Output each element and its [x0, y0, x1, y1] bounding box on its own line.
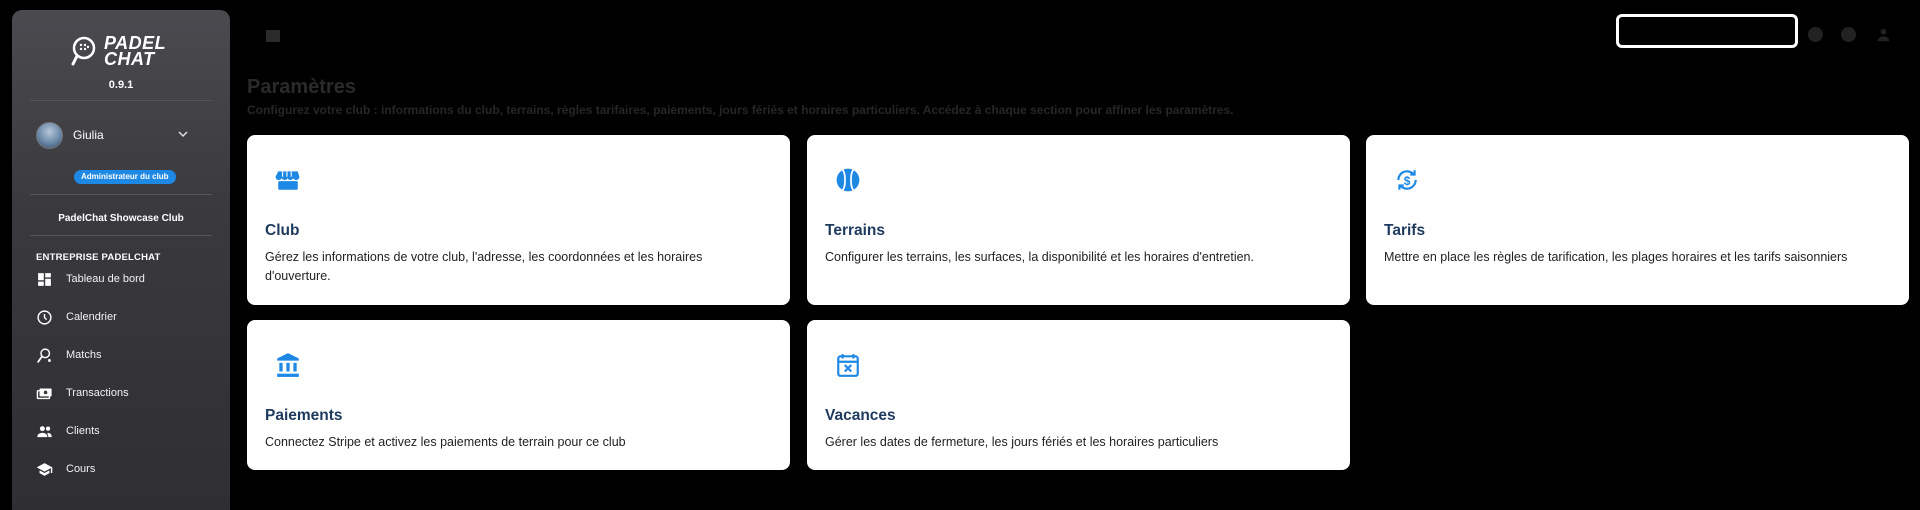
card-title: Vacances	[825, 407, 896, 424]
menu-toggle-icon[interactable]	[266, 30, 280, 42]
card-title: Paiements	[265, 407, 343, 424]
dashboard-icon	[38, 272, 51, 286]
settings-card-holidays[interactable]: Vacances Gérer les dates de fermeture, l…	[807, 320, 1350, 470]
ball-icon	[836, 168, 860, 192]
settings-card-club[interactable]: Club Gérez les informations de votre clu…	[247, 135, 790, 305]
school-icon	[36, 462, 53, 476]
bank-icon	[277, 353, 299, 377]
user-name: Giulia	[73, 128, 104, 142]
card-title: Club	[265, 222, 300, 239]
storefront-icon	[275, 171, 300, 190]
app-version: 0.9.1	[108, 79, 134, 91]
card-title: Tarifs	[1384, 222, 1426, 239]
currency-exchange-icon: $	[1397, 170, 1417, 190]
page-subtitle: Configurez votre club : informations du …	[247, 103, 1234, 117]
sidebar-item-transactions[interactable]: Transactions	[36, 382, 216, 404]
sidebar-item-clients[interactable]: Clients	[36, 420, 216, 442]
account-icon[interactable]	[1876, 27, 1891, 42]
app-logo[interactable]: PADEL CHAT	[70, 28, 180, 74]
card-description: Mettre en place les règles de tarificati…	[1384, 250, 1848, 264]
brand-line-2: CHAT	[104, 49, 155, 69]
clock-icon	[37, 309, 52, 325]
chevron-down-icon	[178, 131, 188, 138]
divider	[30, 194, 212, 195]
settings-card-payments[interactable]: Paiements Connectez Stripe et activez le…	[247, 320, 790, 470]
avatar	[36, 121, 63, 149]
svg-text:$: $	[1404, 174, 1411, 188]
page-title: Paramètres	[247, 76, 356, 98]
sidebar-item-label: Matchs	[66, 349, 102, 361]
club-name[interactable]: PadelChat Showcase Club	[12, 213, 230, 224]
sidebar-item-label: Tableau de bord	[66, 273, 145, 285]
settings-card-rates[interactable]: $ Tarifs Mettre en place les règles de t…	[1366, 135, 1909, 305]
padel-racket-logo-icon	[71, 36, 96, 66]
sidebar-item-calendar[interactable]: Calendrier	[36, 306, 216, 328]
theme-toggle-icon[interactable]	[1808, 27, 1823, 42]
sidebar-item-courses[interactable]: Cours	[36, 458, 216, 480]
sidebar-item-label: Calendrier	[66, 311, 117, 323]
racket-icon	[37, 347, 51, 363]
divider	[30, 235, 212, 236]
role-badge: Administrateur du club	[74, 170, 176, 184]
settings-card-courts[interactable]: Terrains Configurer les terrains, les su…	[807, 135, 1350, 305]
sidebar-item-label: Cours	[66, 463, 96, 475]
divider	[30, 100, 212, 101]
people-icon	[37, 425, 52, 437]
sidebar-item-label: Clients	[66, 425, 100, 437]
sidebar-item-label: Transactions	[66, 387, 129, 399]
card-description: Configurer les terrains, les surfaces, l…	[825, 250, 1254, 264]
card-title: Terrains	[825, 222, 886, 239]
event-busy-icon	[837, 354, 859, 377]
card-description: Gérez les informations de votre club, l'…	[265, 250, 703, 283]
cash-icon	[36, 388, 52, 399]
sidebar: PADEL CHAT 0.9.1 Giulia Administrateur d…	[12, 10, 230, 510]
sidebar-section-title: ENTREPRISE PADELCHAT	[36, 252, 161, 263]
sidebar-item-matches[interactable]: Matchs	[36, 344, 216, 366]
search-input[interactable]	[1616, 14, 1798, 48]
user-menu[interactable]: Giulia	[36, 121, 216, 149]
notifications-icon[interactable]	[1841, 27, 1856, 42]
card-description: Gérer les dates de fermeture, les jours …	[825, 435, 1219, 449]
sidebar-item-dashboard[interactable]: Tableau de bord	[36, 268, 216, 290]
card-description: Connectez Stripe et activez les paiement…	[265, 435, 626, 449]
